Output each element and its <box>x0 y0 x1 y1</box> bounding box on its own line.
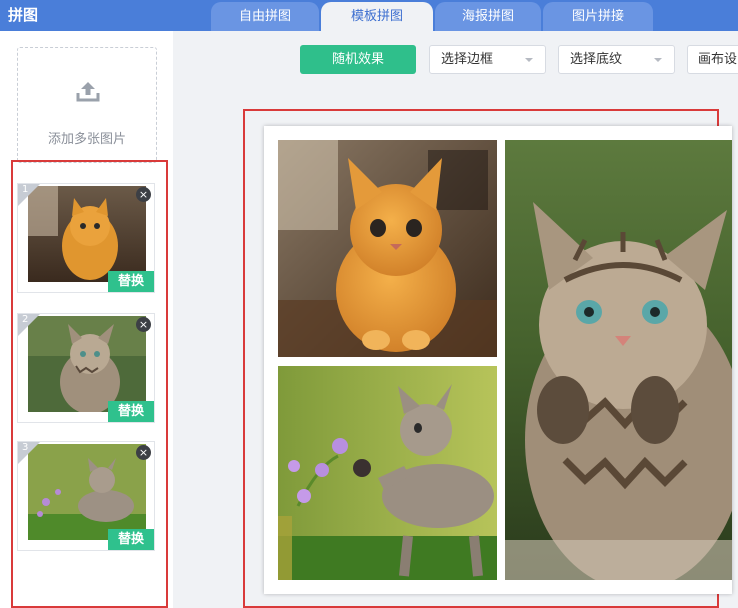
chevron-down-icon <box>525 58 533 62</box>
texture-select-value: 选择底纹 <box>570 52 623 67</box>
canvas-settings-button[interactable]: 画布设 <box>687 45 738 74</box>
tab-template-collage[interactable]: 模板拼图 <box>321 2 433 31</box>
add-images-label: 添加多张图片 <box>47 132 126 147</box>
sidebar-highlight-frame <box>11 160 168 608</box>
texture-select[interactable]: 选择底纹 <box>558 45 675 74</box>
tab-image-stitch[interactable]: 图片拼接 <box>543 2 653 31</box>
border-select[interactable]: 选择边框 <box>429 45 546 74</box>
app-title: 拼图 <box>8 6 39 24</box>
collage-cell-kitten-flowers[interactable] <box>278 366 497 580</box>
collage-canvas <box>264 126 732 594</box>
tab-poster-collage[interactable]: 海报拼图 <box>435 2 541 31</box>
border-select-value: 选择边框 <box>441 52 494 67</box>
upload-icon <box>76 82 100 102</box>
collage-cell-tabby-kitten[interactable] <box>505 140 732 580</box>
canvas-settings-label: 画布设 <box>698 52 738 67</box>
add-images-button[interactable]: 添加多张图片 <box>17 47 157 163</box>
chevron-down-icon <box>654 58 662 62</box>
random-effect-button[interactable]: 随机效果 <box>300 45 416 74</box>
tab-free-collage[interactable]: 自由拼图 <box>211 2 319 31</box>
collage-cell-orange-kitten[interactable] <box>278 140 497 357</box>
top-bar: 拼图 自由拼图 模板拼图 海报拼图 图片拼接 <box>0 0 738 31</box>
